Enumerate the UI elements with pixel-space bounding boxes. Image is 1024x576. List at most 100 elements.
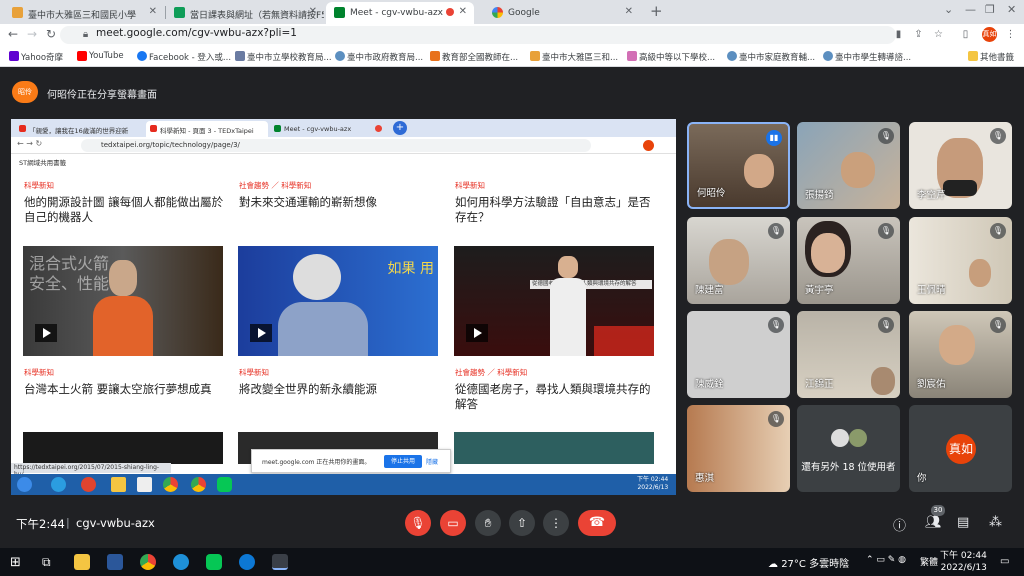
tab-label: Meet - cgv-vwbu-azx [350, 8, 444, 18]
info-icon[interactable]: ⓘ [893, 515, 906, 534]
bookmark-city-school[interactable]: 臺中市立學校教育局... [235, 51, 332, 63]
chat-icon[interactable]: ▤ [957, 515, 969, 530]
present-button[interactable]: ⇧ [509, 510, 535, 536]
active-app-icon[interactable] [272, 554, 288, 570]
meeting-time: 下午2:44 [16, 517, 65, 531]
speaking-indicator-icon: ▮▮ [766, 130, 782, 146]
profile-avatar [643, 140, 654, 151]
others-count-text: 還有另外 18 位使用者 [801, 462, 896, 473]
participant-tile[interactable]: 🎙︎ 陳建富 [687, 217, 790, 304]
side-panel-icon[interactable]: ▯ [960, 29, 971, 40]
participant-tile[interactable]: 🎙︎ 惠淇 [687, 405, 790, 492]
sharing-notice: meet.google.com 正在共用你的畫面。 停止共用 隱藏 [251, 449, 451, 473]
article-category: 科學新知 [24, 368, 54, 377]
ime-indicator[interactable]: 繁體 [920, 555, 938, 568]
mic-off-icon: 🎙︎ [990, 223, 1006, 239]
participant-tile[interactable]: 🎙︎ 劉宸佑 [909, 311, 1012, 398]
tab-search-icon[interactable]: ⌄ [944, 3, 953, 16]
menu-icon[interactable]: ⋮ [1005, 29, 1016, 40]
reload-icon[interactable]: ↻ [46, 27, 56, 41]
tray-icons[interactable]: ⌃ ▭ ✎ ◍ [866, 555, 906, 565]
profile-avatar[interactable]: 真如 [982, 27, 997, 42]
ie-icon[interactable] [173, 554, 189, 570]
school-icon [530, 51, 540, 61]
close-icon[interactable]: ✕ [149, 6, 157, 17]
bookmark-edu-bureau[interactable]: 臺中市政府教育局... [335, 51, 423, 63]
tab-google[interactable]: Google ✕ [484, 2, 640, 24]
tab-meet[interactable]: Meet - cgv-vwbu-azx ✕ [326, 2, 474, 24]
mic-off-icon: 🎙︎ [990, 128, 1006, 144]
article-title: 他的開源設計圖 讓每個人都能做出屬於自己的機器人 [24, 195, 224, 224]
close-icon[interactable]: ✕ [625, 6, 633, 17]
share-icon[interactable]: ⇪ [913, 29, 924, 40]
participant-tile[interactable]: 🎙︎ 李空芹 [909, 122, 1012, 209]
notification-icon[interactable]: ▭ [1000, 556, 1009, 567]
restore-icon[interactable]: ❐ [985, 3, 995, 16]
system-clock[interactable]: 下午 02:44 2022/6/13 [940, 550, 987, 574]
participant-tile[interactable]: ▮▮ 何昭伶 [687, 122, 790, 209]
bookmark-student-guidance[interactable]: 臺中市學生轉導諮... [823, 51, 911, 63]
tab-label: 「親愛，讓我在16歲滿的世界迎新 [29, 127, 129, 135]
new-tab-icon[interactable]: + [650, 2, 663, 20]
participant-tile[interactable]: 🎙︎ 王佩晴 [909, 217, 1012, 304]
forward-icon[interactable]: → [27, 27, 37, 41]
more-options-button[interactable]: ⋮ [543, 510, 569, 536]
tab-school[interactable]: 臺中市大雅區三和國民小學 ✕ [4, 2, 164, 24]
participant-name: 王佩晴 [917, 285, 946, 296]
close-window-icon[interactable]: ✕ [1007, 3, 1016, 16]
minimize-icon[interactable]: — [965, 3, 976, 16]
camera-icon[interactable]: ▮ [893, 29, 904, 40]
bookmark-moe[interactable]: 教育部全國教師在... [430, 51, 518, 63]
mic-off-icon: 🎙︎ [768, 223, 784, 239]
close-icon[interactable]: ✕ [459, 6, 467, 17]
chrome-icon[interactable] [140, 554, 156, 570]
participant-tile[interactable]: 🎙︎ 張揚錡 [797, 122, 900, 209]
bookmark-high-school[interactable]: 高級中等以下學校... [627, 51, 715, 63]
participant-name: 黃宇亭 [805, 285, 834, 296]
back-icon[interactable]: ← [8, 27, 18, 41]
globe-icon [335, 51, 345, 61]
bookmark-label: 臺中市立學校教育局... [247, 53, 332, 63]
bookmark-label: 高級中等以下學校... [639, 53, 716, 63]
bookmark-sanhe[interactable]: 臺中市大雅區三和... [530, 51, 618, 63]
star-icon[interactable]: ☆ [933, 29, 944, 40]
weather-widget[interactable]: ☁︎ 27°C 多雲時陰 [768, 555, 849, 570]
google-favicon-icon [492, 7, 503, 18]
task-view-icon[interactable]: ⧉ [42, 555, 51, 570]
raise-hand-button[interactable]: ✋︎ [475, 510, 501, 536]
file-explorer-icon[interactable] [74, 554, 90, 570]
participant-tile[interactable]: 🎙︎ 江錦正 [797, 311, 900, 398]
shared-tab-3: Meet - cgv-vwbu-azx [270, 121, 392, 137]
bookmark-other-folder[interactable]: 其他書籤 [968, 51, 1014, 63]
lock-icon[interactable]: 🔒︎ [80, 29, 91, 40]
participant-tile[interactable]: 🎙︎ 黃宇亭 [797, 217, 900, 304]
line-icon[interactable] [206, 554, 222, 570]
speaker-figure [278, 302, 368, 356]
shared-clock: 下午 02:44 2022/6/13 [637, 476, 668, 492]
people-icon[interactable]: 👥︎ [925, 515, 942, 530]
bookmark-yahoo[interactable]: Yahoo奇摩 [9, 51, 63, 63]
video-thumbnail: 如果 用 [238, 246, 438, 356]
tab-label: 當日課表與網址（若無資料請按F5 [190, 11, 324, 21]
bookmark-family-edu[interactable]: 臺中市家庭教育輔... [727, 51, 815, 63]
windows-start-icon[interactable]: ⊞ [10, 555, 21, 570]
close-icon[interactable]: ✕ [309, 6, 317, 17]
self-tile[interactable]: 真如 你 [909, 405, 1012, 492]
video-thumbnail: 混合式火箭 安全、性能 [23, 246, 223, 356]
camera-off-button[interactable]: ▭ [440, 510, 466, 536]
mic-off-button[interactable]: 🎙︎ [405, 510, 431, 536]
tab-sheets[interactable]: 當日課表與網址（若無資料請按F5 ✕ [166, 2, 324, 24]
activities-icon[interactable]: ⁂ [989, 515, 1002, 530]
participant-count-badge: 30 [931, 505, 945, 516]
url-text[interactable]: meet.google.com/cgv-vwbu-azx?pli=1 [96, 27, 297, 39]
participant-tile[interactable]: 🎙︎ 陳威銓 [687, 311, 790, 398]
bookmark-youtube[interactable]: YouTube [77, 51, 124, 61]
edge-icon[interactable] [239, 554, 255, 570]
bookmark-label: Yahoo奇摩 [21, 53, 64, 63]
leave-call-button[interactable]: ☎︎ [578, 510, 616, 536]
mic-off-icon: 🎙︎ [768, 411, 784, 427]
others-tile[interactable]: 還有另外 18 位使用者 [797, 405, 900, 492]
word-icon[interactable] [107, 554, 123, 570]
video-thumbnail [23, 432, 223, 464]
bookmark-facebook[interactable]: Facebook - 登入或... [137, 51, 231, 63]
